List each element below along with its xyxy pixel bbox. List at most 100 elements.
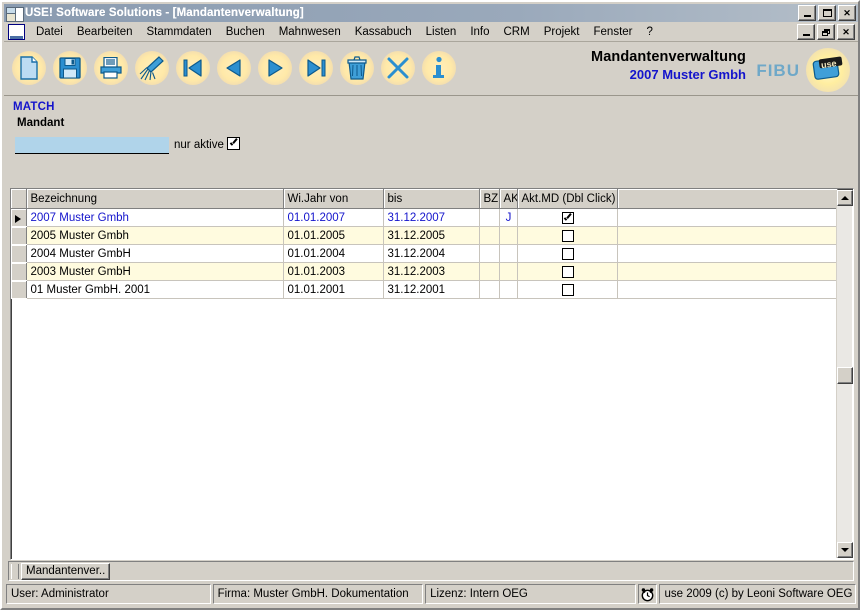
- menu-item-help[interactable]: ?: [640, 24, 660, 41]
- table-row[interactable]: 2004 Muster GmbH 01.01.2004 31.12.2004: [11, 244, 838, 263]
- print-button[interactable]: [92, 46, 130, 89]
- table-row[interactable]: 01 Muster GmbH. 2001 01.01.2001 31.12.20…: [11, 280, 838, 299]
- cell-ak[interactable]: [499, 262, 518, 281]
- cell-bis[interactable]: 31.12.2005: [383, 226, 480, 245]
- menu-item-stammdaten[interactable]: Stammdaten: [139, 24, 218, 41]
- cell-bis[interactable]: 31.12.2001: [383, 280, 480, 299]
- table-row[interactable]: 2005 Muster Gmbh 01.01.2005 31.12.2005: [11, 226, 838, 245]
- table-row[interactable]: 2003 Muster GmbH 01.01.2003 31.12.2003: [11, 262, 838, 281]
- column-header-bz[interactable]: BZ: [479, 189, 500, 209]
- cell-wijahr-von[interactable]: 01.01.2001: [283, 280, 384, 299]
- column-header-ak[interactable]: AK: [499, 189, 518, 209]
- aktmd-checkbox[interactable]: [561, 266, 574, 278]
- cell-bezeichnung[interactable]: 01 Muster GmbH. 2001: [26, 280, 284, 299]
- clear-button[interactable]: [133, 46, 171, 89]
- cancel-button[interactable]: [379, 46, 417, 89]
- scroll-down-button[interactable]: [837, 542, 853, 558]
- cancel-x-icon: [381, 50, 415, 85]
- cell-bezeichnung[interactable]: 2004 Muster GmbH: [26, 244, 284, 263]
- cell-bz[interactable]: [479, 226, 500, 245]
- last-record-button[interactable]: [297, 46, 335, 89]
- menu-item-kassabuch[interactable]: Kassabuch: [348, 24, 419, 41]
- maximize-button[interactable]: [818, 5, 836, 21]
- menu-item-bearbeiten[interactable]: Bearbeiten: [70, 24, 140, 41]
- menu-item-projekt[interactable]: Projekt: [537, 24, 587, 41]
- previous-record-button[interactable]: [215, 46, 253, 89]
- column-header-bis[interactable]: bis: [383, 189, 480, 209]
- cell-bis[interactable]: 31.12.2004: [383, 244, 480, 263]
- column-header-aktmd[interactable]: Akt.MD (Dbl Click): [517, 189, 618, 209]
- delete-button[interactable]: [338, 46, 376, 89]
- cell-wijahr-von[interactable]: 01.01.2007: [283, 208, 384, 227]
- first-record-button[interactable]: [174, 46, 212, 89]
- menu-item-listen[interactable]: Listen: [419, 24, 464, 41]
- taskbar-button-mandantenverwaltung[interactable]: Mandantenver..: [21, 562, 111, 580]
- cell-ak[interactable]: [499, 280, 518, 299]
- menu-item-mahnwesen[interactable]: Mahnwesen: [272, 24, 348, 41]
- minimize-button[interactable]: [798, 5, 816, 21]
- cell-aktmd[interactable]: [517, 262, 618, 281]
- aktmd-checkbox[interactable]: [561, 230, 574, 242]
- cell-bz[interactable]: [479, 208, 500, 227]
- menu-item-info[interactable]: Info: [463, 24, 496, 41]
- column-header-bezeichnung[interactable]: Bezeichnung: [26, 189, 284, 209]
- mdi-minimize-button[interactable]: [797, 24, 815, 40]
- alarm-clock-icon[interactable]: [637, 584, 658, 604]
- status-bar: User: Administrator Firma: Muster GmbH. …: [6, 584, 857, 604]
- menu-item-datei[interactable]: Datei: [29, 24, 70, 41]
- scroll-up-button[interactable]: [837, 190, 853, 206]
- mdi-restore-button[interactable]: [817, 24, 835, 40]
- cell-aktmd[interactable]: [517, 280, 618, 299]
- column-header-wijahr-von[interactable]: Wi.Jahr von: [283, 189, 384, 209]
- checkmark-icon: [229, 139, 238, 148]
- mdi-close-button[interactable]: ✕: [837, 24, 855, 40]
- save-button[interactable]: [51, 46, 89, 89]
- cell-aktmd[interactable]: [517, 226, 618, 245]
- row-selector[interactable]: [11, 280, 27, 299]
- cell-bz[interactable]: [479, 280, 500, 299]
- cell-wijahr-von[interactable]: 01.01.2004: [283, 244, 384, 263]
- row-selector[interactable]: [11, 226, 27, 245]
- row-selector[interactable]: [11, 208, 27, 227]
- cell-filler: [617, 208, 838, 227]
- aktmd-checkbox[interactable]: [561, 248, 574, 260]
- aktmd-checkbox[interactable]: [561, 212, 574, 224]
- cell-filler: [617, 280, 838, 299]
- new-button[interactable]: [10, 46, 48, 89]
- next-record-button[interactable]: [256, 46, 294, 89]
- aktmd-checkbox[interactable]: [561, 284, 574, 296]
- menu-item-crm[interactable]: CRM: [497, 24, 537, 41]
- cell-aktmd[interactable]: [517, 244, 618, 263]
- cell-bis[interactable]: 31.12.2007: [383, 208, 480, 227]
- document-icon[interactable]: [8, 24, 25, 40]
- row-selector[interactable]: [11, 262, 27, 281]
- close-button[interactable]: ✕: [838, 5, 856, 21]
- row-marker-icon: [15, 214, 22, 223]
- cell-bezeichnung[interactable]: 2005 Muster Gmbh: [26, 226, 284, 245]
- mandanten-table: Bezeichnung Wi.Jahr von bis BZ AK Akt.MD…: [11, 189, 838, 299]
- next-record-icon: [258, 50, 292, 85]
- scrollbar-thumb[interactable]: [837, 367, 853, 384]
- cell-aktmd[interactable]: [517, 208, 618, 227]
- cell-bezeichnung[interactable]: 2007 Muster Gmbh: [26, 208, 284, 227]
- taskbar-grip[interactable]: [11, 563, 19, 579]
- cell-wijahr-von[interactable]: 01.01.2003: [283, 262, 384, 281]
- cell-ak[interactable]: [499, 226, 518, 245]
- cell-bis[interactable]: 31.12.2003: [383, 262, 480, 281]
- table-row[interactable]: 2007 Muster Gmbh 01.01.2007 31.12.2007 J: [11, 208, 838, 227]
- menu-item-fenster[interactable]: Fenster: [587, 24, 640, 41]
- cell-bz[interactable]: [479, 262, 500, 281]
- row-selector[interactable]: [11, 244, 27, 263]
- vertical-scrollbar[interactable]: [836, 190, 853, 558]
- save-floppy-icon: [53, 50, 87, 85]
- menu-item-buchen[interactable]: Buchen: [219, 24, 272, 41]
- cell-bezeichnung[interactable]: 2003 Muster GmbH: [26, 262, 284, 281]
- cell-wijahr-von[interactable]: 01.01.2005: [283, 226, 384, 245]
- nur-aktive-checkbox[interactable]: [227, 137, 240, 150]
- module-badge: FIBU: [756, 61, 800, 80]
- cell-ak[interactable]: [499, 244, 518, 263]
- cell-ak[interactable]: J: [499, 208, 518, 227]
- mandant-search-input[interactable]: [15, 137, 169, 154]
- previous-record-icon: [217, 50, 251, 85]
- cell-bz[interactable]: [479, 244, 500, 263]
